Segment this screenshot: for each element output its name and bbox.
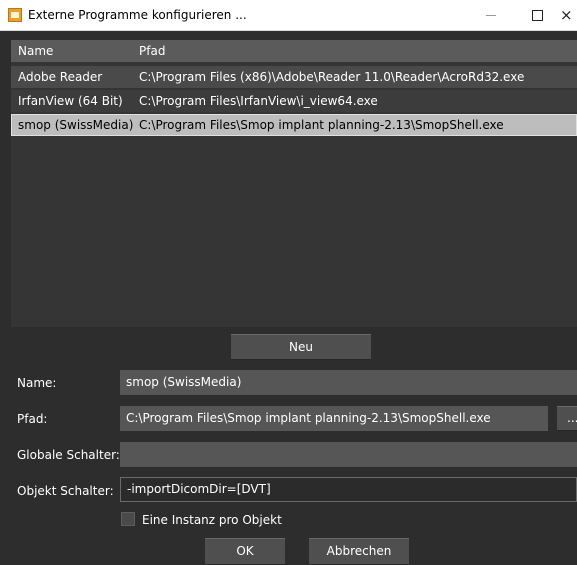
column-header-path[interactable]: Pfad	[139, 44, 165, 58]
column-header-name[interactable]: Name	[18, 44, 53, 58]
path-field[interactable]: C:\Program Files\Smop implant planning-2…	[120, 406, 548, 431]
cancel-button[interactable]: Abbrechen	[309, 538, 409, 565]
instance-checkbox[interactable]	[121, 512, 135, 526]
list-row[interactable]: Adobe Reader C:\Program Files (x86)\Adob…	[11, 66, 577, 88]
browse-button[interactable]: ...	[557, 406, 577, 431]
object-switch-label: Objekt Schalter:	[17, 484, 114, 498]
row-path: C:\Program Files\IrfanView\i_view64.exe	[139, 94, 378, 108]
maximize-icon	[531, 9, 543, 21]
list-header: Name Pfad	[11, 40, 577, 62]
list-row[interactable]: IrfanView (64 Bit) C:\Program Files\Irfa…	[11, 90, 577, 112]
instance-checkbox-label[interactable]: Eine Instanz pro Objekt	[142, 513, 282, 527]
minimize-icon	[486, 14, 496, 16]
path-label: Pfad:	[17, 412, 48, 426]
row-name: smop (SwissMedia)	[18, 118, 134, 132]
app-icon	[8, 8, 22, 22]
title-bar: Externe Programme konfigurieren ... ×	[0, 0, 577, 31]
minimize-button[interactable]	[468, 0, 514, 30]
row-name: Adobe Reader	[18, 70, 103, 84]
global-switch-label: Globale Schalter:	[17, 448, 120, 462]
window-title: Externe Programme konfigurieren ...	[28, 8, 247, 22]
close-icon: ×	[560, 5, 573, 24]
ok-button[interactable]: OK	[205, 538, 285, 565]
object-switch-field[interactable]: -importDicomDir=[DVT]	[120, 477, 577, 502]
name-field[interactable]: smop (SwissMedia)	[120, 370, 577, 395]
row-name: IrfanView (64 Bit)	[18, 94, 123, 108]
new-button[interactable]: Neu	[231, 334, 371, 360]
list-row-selected[interactable]: smop (SwissMedia) C:\Program Files\Smop …	[11, 114, 577, 136]
name-label: Name:	[17, 376, 57, 390]
global-switch-field[interactable]	[120, 442, 577, 467]
row-path: C:\Program Files\Smop implant planning-2…	[139, 118, 504, 132]
maximize-button[interactable]	[514, 0, 560, 30]
close-button[interactable]: ×	[560, 0, 577, 30]
row-path: C:\Program Files (x86)\Adobe\Reader 11.0…	[139, 70, 525, 84]
